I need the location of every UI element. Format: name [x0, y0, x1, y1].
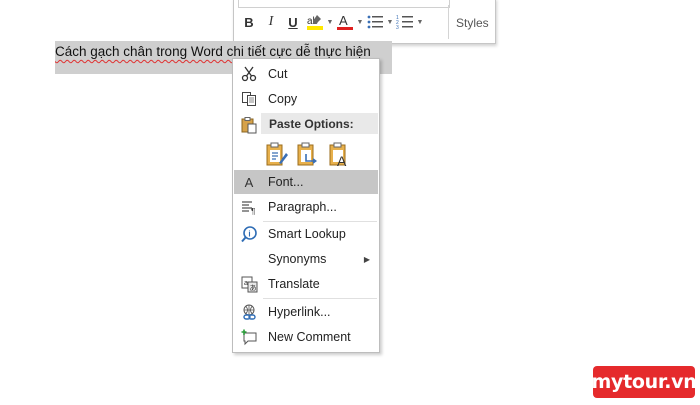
svg-text:a: a [244, 280, 248, 287]
menu-item-label: New Comment [268, 330, 351, 344]
highlight-button[interactable]: ab [304, 11, 326, 33]
menu-item-label: Font... [268, 175, 304, 189]
underline-button[interactable]: U [282, 11, 304, 33]
numbering-button[interactable]: 1 2 3 [394, 11, 416, 33]
paste-keep-source-button[interactable] [265, 141, 289, 167]
menu-item-label: Copy [268, 92, 298, 106]
numbering-dropdown-icon[interactable]: ▼ [416, 19, 424, 26]
bullets-button[interactable] [364, 11, 386, 33]
menu-item-copy[interactable]: Copy [234, 87, 378, 111]
menu-item-label: Translate [268, 277, 320, 291]
font-color-dropdown-icon[interactable]: ▼ [356, 19, 364, 26]
menu-item-smart-lookup[interactable]: i Smart Lookup [234, 222, 378, 246]
menu-separator [263, 298, 377, 299]
paste-options-header: Paste Options: [261, 113, 378, 134]
keep-source-formatting-icon [266, 142, 288, 166]
paste-merge-formatting-button[interactable] [296, 141, 320, 167]
new-comment-icon [240, 328, 258, 346]
menu-item-translate[interactable]: aあ Translate [234, 272, 378, 296]
mini-toolbar-row: B I U ab ▼ A ▼ ▼ 1 2 3 ▼ [238, 11, 424, 33]
menu-item-label: Cut [268, 67, 288, 81]
mini-toolbar: B I U ab ▼ A ▼ ▼ 1 2 3 ▼ Styles [233, 0, 496, 44]
menu-item-hyperlink[interactable]: Hyperlink... [234, 300, 378, 324]
highlighter-icon: ab [307, 15, 323, 30]
context-menu: Cut Copy Paste Options: A A Font... ¶ Pa… [232, 58, 380, 353]
submenu-arrow-icon: ▶ [363, 254, 370, 264]
paragraph-icon: ¶ [240, 198, 258, 216]
styles-button[interactable]: Styles [456, 16, 489, 30]
menu-item-cut[interactable]: Cut [234, 62, 378, 86]
keep-text-only-icon: A [329, 142, 347, 169]
menu-item-label: Synonyms [268, 252, 327, 266]
menu-item-synonyms[interactable]: Synonyms ▶ [234, 247, 378, 271]
document-text[interactable]: Cách gạch chân trong Word chi tiết cực d… [55, 44, 371, 59]
copy-icon [240, 90, 258, 108]
font-color-icon: A [337, 13, 353, 30]
highlight-dropdown-icon[interactable]: ▼ [326, 19, 334, 26]
menu-item-label: Smart Lookup [268, 227, 346, 241]
paste-keep-text-only-button[interactable]: A [328, 141, 352, 169]
font-color-button[interactable]: A [334, 11, 356, 33]
toolbar-divider [448, 5, 449, 39]
mytour-logo: mytour.vn [592, 366, 697, 398]
svg-text:A: A [337, 153, 347, 167]
merge-formatting-icon [297, 142, 317, 166]
menu-item-paragraph[interactable]: ¶ Paragraph... [234, 195, 378, 219]
svg-text:¶: ¶ [251, 207, 255, 215]
menu-item-new-comment[interactable]: New Comment [234, 325, 378, 349]
menu-item-label: Paragraph... [268, 200, 337, 214]
font-box-strip[interactable] [238, 0, 450, 8]
svg-text:A: A [339, 13, 348, 28]
svg-text:あ: あ [249, 284, 256, 292]
bold-button[interactable]: B [238, 11, 260, 33]
svg-text:3: 3 [396, 25, 399, 31]
hyperlink-icon [240, 303, 258, 321]
paste-options-label: Paste Options: [269, 116, 354, 131]
translate-icon: aあ [240, 275, 258, 293]
scissors-icon [240, 65, 258, 83]
bullets-dropdown-icon[interactable]: ▼ [386, 19, 394, 26]
menu-item-label: Hyperlink... [268, 305, 331, 319]
font-icon: A [244, 174, 254, 190]
menu-item-font[interactable]: A Font... [234, 170, 378, 194]
italic-button[interactable]: I [260, 11, 282, 33]
paste-icon [240, 116, 258, 139]
smart-lookup-icon: i [240, 225, 258, 243]
bullet-list-icon [367, 15, 383, 29]
svg-text:i: i [248, 229, 250, 238]
numbered-list-icon: 1 2 3 [396, 15, 413, 31]
